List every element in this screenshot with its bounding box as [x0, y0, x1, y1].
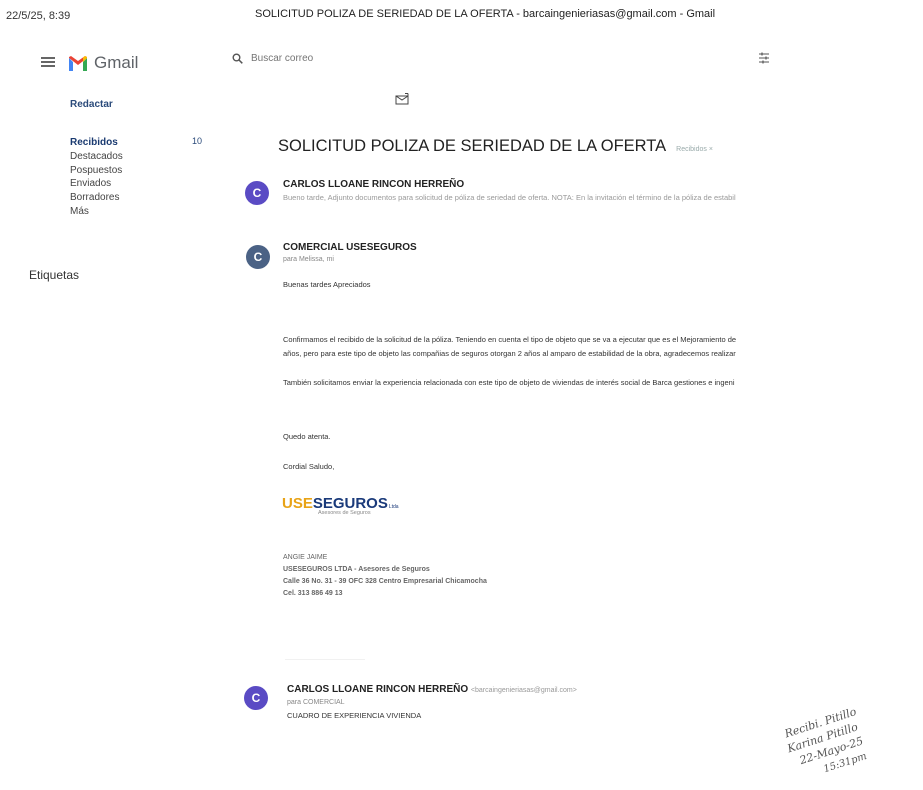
- handwritten-receipt-note: Recibi. Pitillo Karina Pitillo 22-Mayo-2…: [782, 705, 868, 775]
- signature-line: Cel. 313 886 49 13: [283, 590, 343, 597]
- sidebar-item-snoozed[interactable]: Pospuestos: [70, 164, 123, 178]
- print-timestamp: 22/5/25, 8:39: [6, 10, 71, 22]
- message-body-line: CUADRO DE EXPERIENCIA VIVIENDA: [287, 711, 422, 720]
- sidebar-item-inbox[interactable]: Recibidos: [70, 136, 123, 150]
- search-bar[interactable]: [232, 53, 451, 64]
- labels-heading: Etiquetas: [29, 268, 80, 282]
- inbox-unread-count: 10: [192, 136, 203, 146]
- sender-email: <barcaingenieriasas@gmail.com>: [470, 687, 577, 694]
- message-body-line: años, pero para este tipo de objeto las …: [283, 349, 736, 358]
- sidebar-item-drafts[interactable]: Borradores: [70, 191, 123, 205]
- inbox-label-chip[interactable]: Recibidos ×: [676, 146, 713, 153]
- message-sender[interactable]: CARLOS LLOANE RINCON HERREÑO: [283, 179, 464, 190]
- avatar: C: [246, 245, 270, 269]
- print-page-title: SOLICITUD POLIZA DE SERIEDAD DE LA OFERT…: [255, 8, 716, 20]
- open-in-new-window-icon[interactable]: [395, 93, 409, 105]
- signature-line: USESEGUROS LTDA - Asesores de Seguros: [283, 566, 430, 573]
- message-recipients[interactable]: para Melissa, mi: [283, 256, 334, 263]
- message-body-line: Confirmamos el recibido de la solicitud …: [283, 335, 737, 344]
- sidebar-nav: Recibidos Destacados Pospuestos Enviados…: [70, 136, 123, 219]
- useseguros-logo: USE SEGUROS Ltda Asesores de Seguros: [282, 495, 399, 516]
- avatar: C: [245, 181, 269, 205]
- message-recipients[interactable]: para COMERCIAL: [287, 699, 345, 706]
- message-sender[interactable]: COMERCIAL USESEGUROS: [283, 242, 417, 253]
- signature-line: Calle 36 No. 31 - 39 OFC 328 Centro Empr…: [283, 578, 487, 585]
- gmail-m-icon: [69, 55, 87, 71]
- logo-suffix: Ltda: [388, 504, 399, 510]
- message-body-line: También solicitamos enviar la experienci…: [283, 378, 735, 387]
- sidebar-item-more[interactable]: Más: [70, 205, 123, 219]
- search-options-icon[interactable]: [758, 52, 770, 64]
- search-icon[interactable]: [232, 53, 243, 64]
- sidebar-item-starred[interactable]: Destacados: [70, 150, 123, 164]
- logo-prefix: USE: [282, 495, 313, 512]
- thread-subject: SOLICITUD POLIZA DE SERIEDAD DE LA OFERT…: [278, 137, 713, 156]
- sidebar-item-sent[interactable]: Enviados: [70, 177, 123, 191]
- search-input[interactable]: [251, 53, 451, 64]
- message-snippet[interactable]: Bueno tarde, Adjunto documentos para sol…: [283, 193, 736, 202]
- main-menu-icon[interactable]: [41, 57, 55, 67]
- subject-text: SOLICITUD POLIZA DE SERIEDAD DE LA OFERT…: [278, 137, 667, 155]
- signature-line: ANGIE JAIME: [283, 554, 328, 561]
- message-sender[interactable]: CARLOS LLOANE RINCON HERREÑO <barcaingen…: [287, 684, 577, 695]
- thread-divider: [285, 655, 365, 663]
- sender-name: CARLOS LLOANE RINCON HERREÑO: [287, 684, 469, 695]
- message-body-line: Quedo atenta.: [283, 432, 331, 441]
- app-name: Gmail: [94, 53, 139, 72]
- gmail-logo[interactable]: Gmail: [68, 53, 138, 73]
- message-body-line: Buenas tardes Apreciados: [283, 280, 371, 289]
- avatar: C: [244, 686, 268, 710]
- message-body-line: Cordial Saludo,: [283, 462, 335, 471]
- compose-button[interactable]: Redactar: [70, 99, 113, 110]
